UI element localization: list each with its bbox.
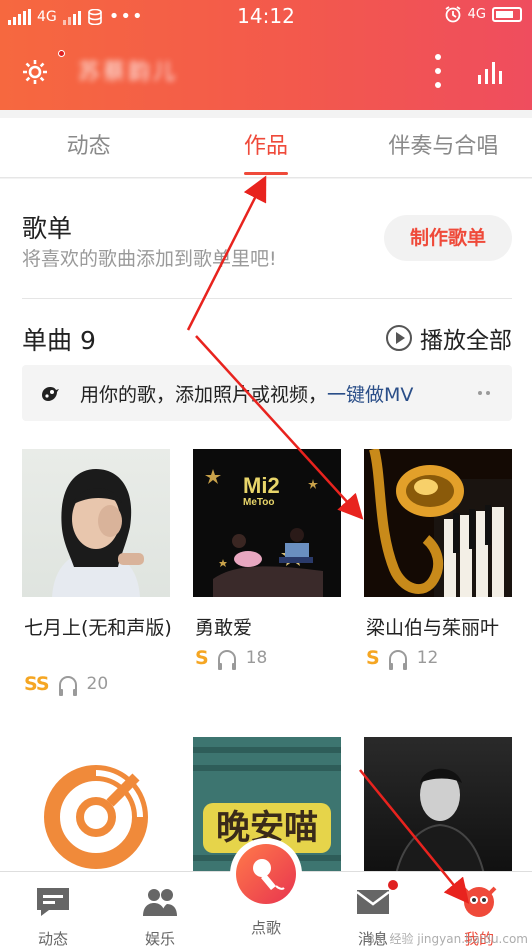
works-content: 歌单 将喜欢的歌曲添加到歌单里吧! 制作歌单 单曲 9 播放全部 用你的歌，添加…: [0, 179, 532, 871]
alarm-icon: [445, 6, 461, 23]
gear-icon[interactable]: [21, 58, 49, 86]
top-bar: 4G ••• 14:12 4G 苏蔡韵儿: [0, 0, 532, 110]
mv-banner-more-icon: [478, 391, 490, 395]
app-bar: 苏蔡韵儿: [0, 32, 532, 110]
playlist-title: 歌单: [22, 214, 73, 243]
song-title: 梁山伯与茱丽叶: [366, 617, 500, 639]
mv-banner-message: 用你的歌，添加照片或视频，: [80, 384, 328, 406]
mail-icon: [356, 890, 390, 914]
tab-bar: 动态 作品 伴奏与合唱: [0, 118, 532, 178]
song-title: 七月上(无和声版): [24, 617, 172, 639]
username: 苏蔡韵儿: [78, 60, 179, 85]
grade-badge: SS: [24, 673, 49, 695]
playlist-subtitle: 将喜欢的歌曲添加到歌单里吧!: [22, 248, 277, 270]
grade-badge: S: [366, 647, 380, 669]
song-cover: [22, 449, 170, 597]
nav-messages[interactable]: 消息: [338, 880, 408, 948]
headphone-icon: [217, 650, 236, 670]
profile-icon: [461, 886, 497, 917]
unread-dot: [388, 880, 398, 890]
nav-entertainment[interactable]: 娱乐: [125, 882, 195, 948]
watermark: Bai 经验 jingyan.baidu.com: [366, 932, 528, 946]
more-menu-icon[interactable]: [434, 54, 442, 88]
song-cover: [364, 737, 512, 871]
play-icon: [386, 325, 412, 351]
song-meta: SS 20: [24, 673, 109, 696]
song-card[interactable]: Mi2 MeToo 勇敢爱 S 18: [193, 449, 341, 670]
song-card[interactable]: [364, 737, 512, 871]
tab-works[interactable]: 作品: [177, 118, 354, 177]
headphone-icon: [388, 650, 407, 670]
bird-icon: [42, 387, 59, 401]
battery-icon: [492, 6, 522, 22]
song-cover: Mi2 MeToo: [193, 449, 341, 597]
nav-me[interactable]: 我的: [444, 882, 514, 948]
create-playlist-button[interactable]: 制作歌单: [384, 215, 512, 261]
song-request-button[interactable]: [230, 838, 302, 910]
playlist-section: 歌单 将喜欢的歌曲添加到歌单里吧! 制作歌单: [22, 179, 512, 299]
song-card[interactable]: [22, 737, 170, 871]
song-meta: S 12: [366, 647, 439, 670]
song-cover: [364, 449, 512, 597]
song-card[interactable]: 七月上(无和声版) SS 20: [22, 449, 172, 696]
listen-count: 18: [245, 648, 268, 668]
network-label-right: 4G: [467, 6, 486, 22]
mv-banner-text: 用你的歌，添加照片或视频，一键做MV: [80, 380, 413, 407]
singles-header: 单曲 9 播放全部: [22, 317, 512, 357]
equalizer-icon[interactable]: [478, 62, 502, 84]
play-all-button[interactable]: 播放全部: [386, 321, 512, 355]
headphone-icon: [58, 676, 77, 696]
mv-banner-link[interactable]: 一键做MV: [327, 384, 413, 406]
play-all-label: 播放全部: [420, 328, 512, 354]
nav-label: 动态: [37, 930, 68, 948]
grade-badge: S: [195, 647, 209, 669]
cover-text: Mi2: [243, 473, 280, 498]
song-card[interactable]: 梁山伯与茱丽叶 S 12: [364, 449, 512, 670]
nav-label: 娱乐: [144, 930, 175, 948]
tab-accompaniment-chorus[interactable]: 伴奏与合唱: [355, 118, 532, 177]
song-title: 勇敢爱: [195, 617, 253, 639]
listen-count: 20: [86, 674, 109, 694]
notification-dot: [58, 50, 65, 57]
mv-banner[interactable]: 用你的歌，添加照片或视频，一键做MV: [22, 365, 512, 421]
singles-title: 单曲 9: [22, 326, 96, 355]
song-cover: [22, 737, 170, 871]
tab-dynamics[interactable]: 动态: [0, 118, 177, 177]
listen-count: 12: [416, 648, 439, 668]
svg-text:MeToo: MeToo: [243, 497, 274, 508]
mic-icon: [236, 844, 296, 904]
chat-icon: [37, 888, 69, 916]
status-right: 4G: [444, 5, 522, 23]
people-icon: [143, 889, 177, 916]
song-meta: S 18: [195, 647, 268, 670]
status-bar: 4G ••• 14:12 4G: [0, 0, 532, 32]
nav-dynamics[interactable]: 动态: [18, 882, 88, 948]
nav-label: 点歌: [250, 919, 281, 937]
